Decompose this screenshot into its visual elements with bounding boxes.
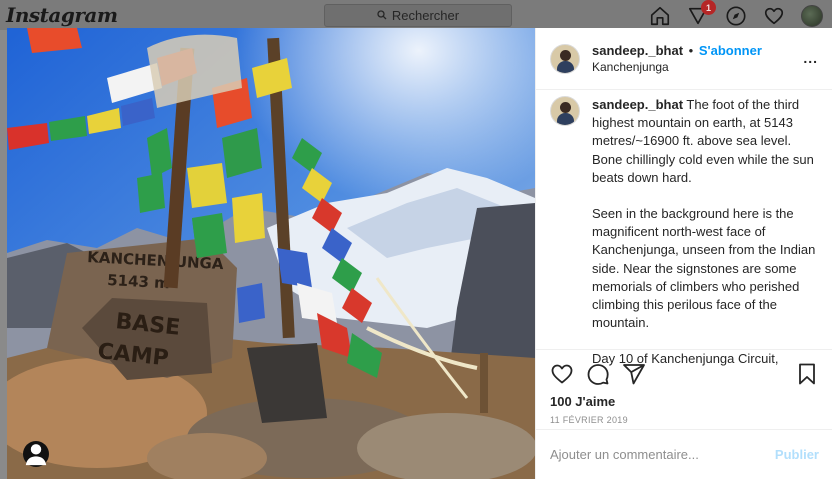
like-icon[interactable] bbox=[550, 362, 574, 386]
location-link[interactable]: Kanchenjunga bbox=[592, 60, 762, 74]
action-icons bbox=[550, 356, 819, 392]
user-tag-button[interactable] bbox=[23, 441, 49, 467]
publish-button[interactable]: Publier bbox=[775, 447, 819, 462]
post-actions: 100 J'aime 11 FÉVRIER 2019 bbox=[536, 349, 832, 425]
search-box[interactable]: Rechercher bbox=[324, 4, 512, 27]
header-line: sandeep._bhat • S'abonner bbox=[592, 43, 762, 58]
stone-text-2: 5143 m bbox=[107, 271, 170, 292]
photo-illustration: KANCHENJUNGA 5143 m BASE CAMP bbox=[7, 28, 535, 479]
post-header: sandeep._bhat • S'abonner Kanchenjunga .… bbox=[536, 28, 832, 90]
comment-input[interactable] bbox=[550, 447, 775, 462]
instagram-post-page: Instagram Rechercher 1 KANCHENJUNGA 5143… bbox=[0, 0, 832, 479]
post-header-text: sandeep._bhat • S'abonner Kanchenjunga bbox=[592, 43, 762, 74]
username-link[interactable]: sandeep._bhat bbox=[592, 43, 683, 58]
likes-count[interactable]: 100 J'aime bbox=[550, 394, 819, 409]
follow-button[interactable]: S'abonner bbox=[699, 43, 762, 58]
caption-area: sandeep._bhat The foot of the third high… bbox=[536, 90, 832, 372]
post-photo[interactable]: KANCHENJUNGA 5143 m BASE CAMP bbox=[7, 28, 535, 479]
profile-avatar[interactable] bbox=[800, 4, 824, 28]
avatar bbox=[801, 5, 823, 27]
separator: • bbox=[688, 43, 694, 58]
activity-badge: 1 bbox=[701, 0, 716, 15]
home-icon[interactable] bbox=[648, 4, 672, 28]
avatar[interactable] bbox=[550, 96, 580, 126]
heart-icon[interactable] bbox=[762, 4, 786, 28]
post-date[interactable]: 11 FÉVRIER 2019 bbox=[550, 415, 819, 425]
nav-icons: 1 bbox=[648, 0, 824, 28]
top-nav: Instagram Rechercher 1 bbox=[0, 0, 832, 30]
post-details-panel: sandeep._bhat • S'abonner Kanchenjunga .… bbox=[535, 28, 832, 479]
search-icon bbox=[377, 8, 387, 23]
caption: sandeep._bhat The foot of the third high… bbox=[592, 96, 818, 372]
comment-icon[interactable] bbox=[586, 362, 610, 386]
search-placeholder: Rechercher bbox=[391, 8, 460, 23]
share-icon[interactable] bbox=[622, 362, 646, 386]
avatar[interactable] bbox=[550, 43, 580, 74]
more-icon[interactable]: ... bbox=[803, 50, 818, 66]
instagram-logo[interactable]: Instagram bbox=[6, 3, 118, 27]
caption-username[interactable]: sandeep._bhat bbox=[592, 97, 683, 112]
user-tag-icon bbox=[25, 444, 47, 466]
caption-paragraph-2: Seen in the background here is the magni… bbox=[592, 206, 816, 331]
activity-icon[interactable]: 1 bbox=[686, 0, 716, 28]
bookmark-icon[interactable] bbox=[795, 362, 819, 386]
caption-paragraph-1: sandeep._bhat The foot of the third high… bbox=[592, 96, 818, 187]
explore-icon[interactable] bbox=[724, 4, 748, 28]
comment-form: Publier bbox=[536, 429, 832, 479]
